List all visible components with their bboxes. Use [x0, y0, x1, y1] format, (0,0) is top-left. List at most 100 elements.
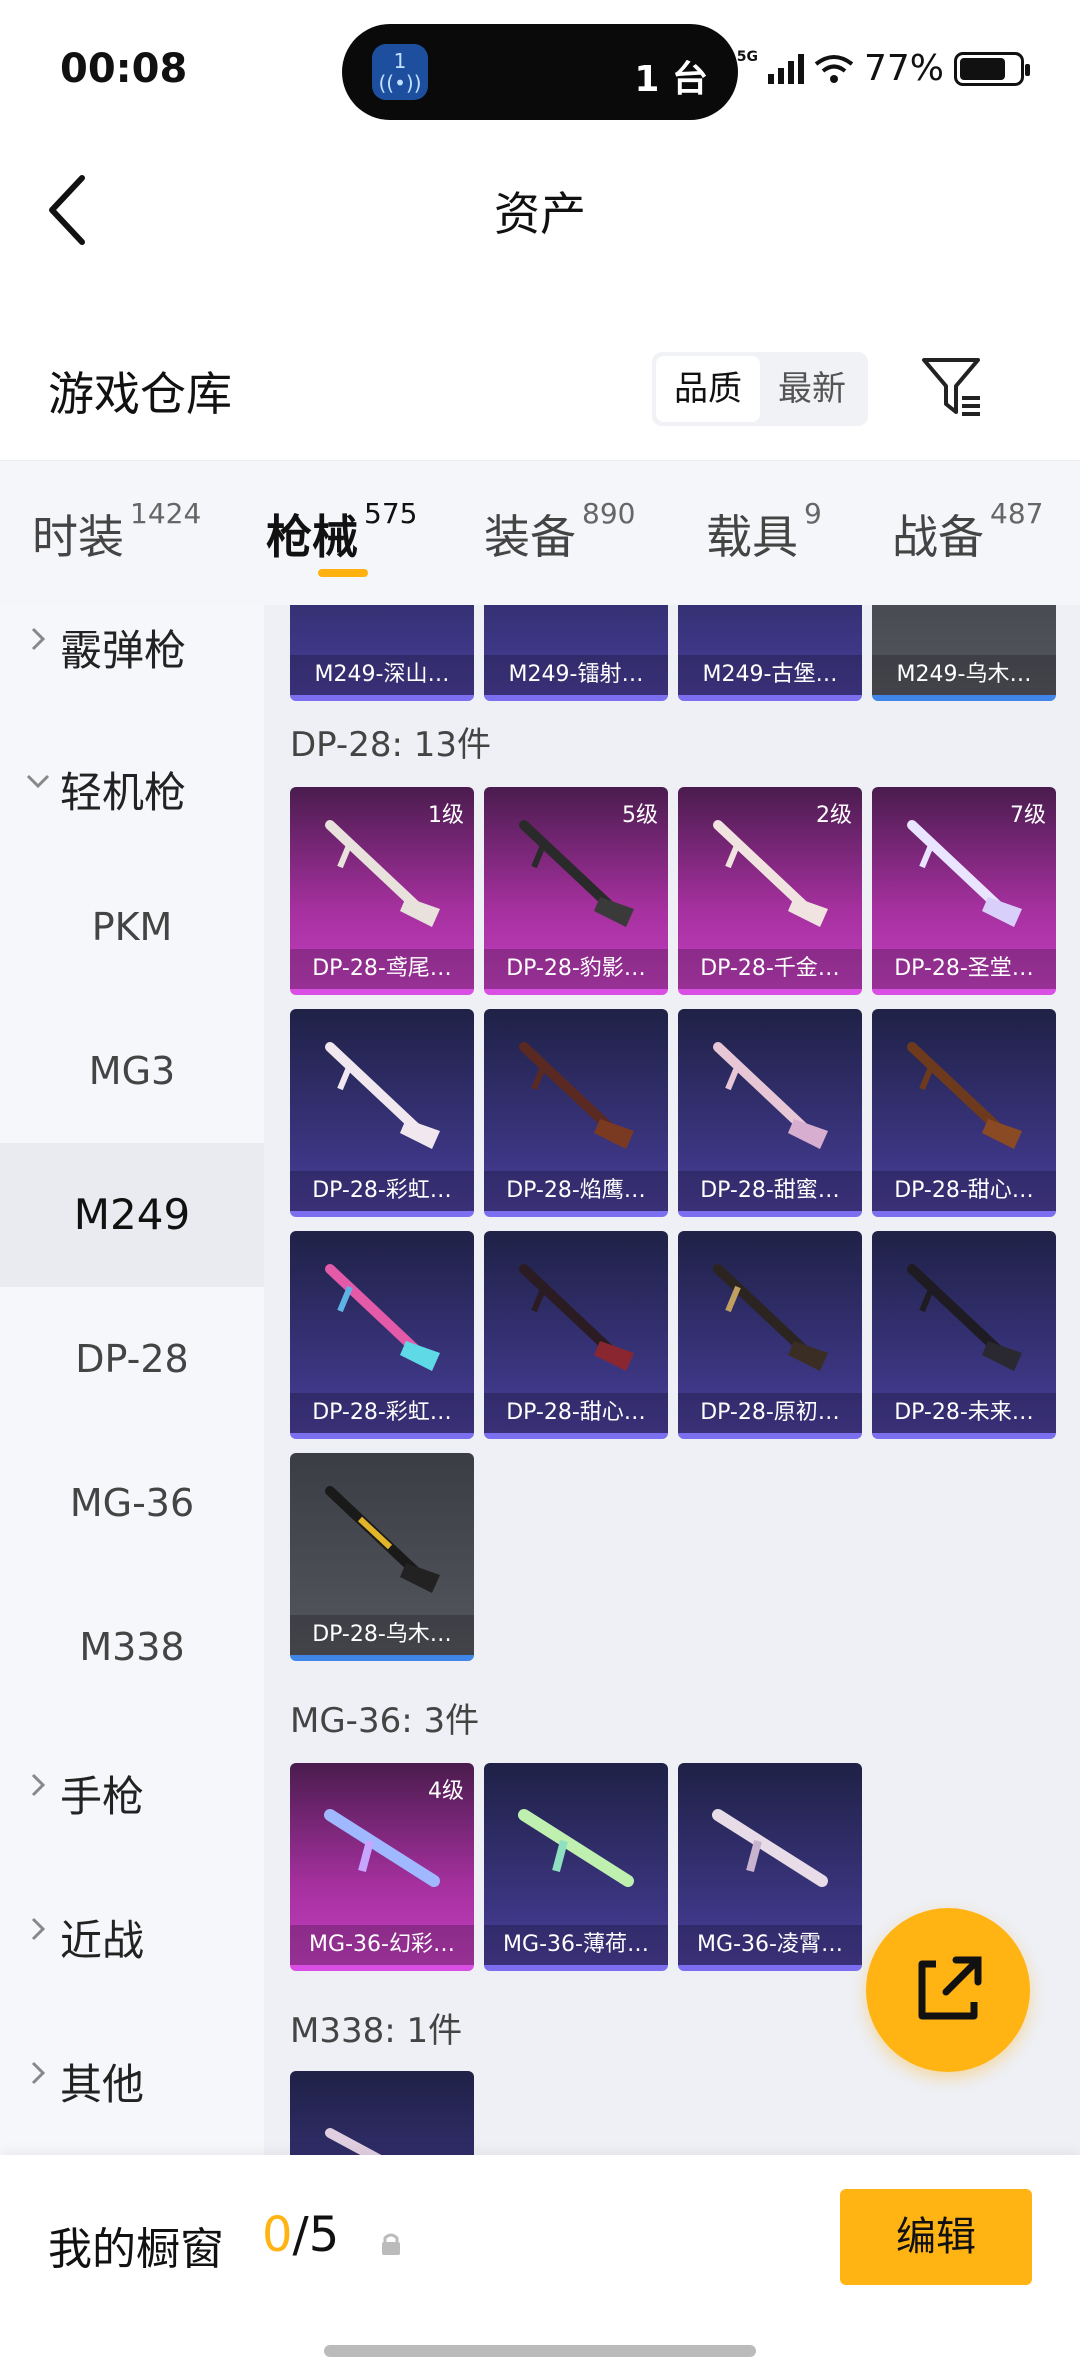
sidebar-item-other[interactable]: 其他	[0, 2007, 264, 2147]
sidebar-item-label: 近战	[60, 1916, 145, 1965]
active-tab-indicator	[318, 569, 368, 577]
chevron-right-icon	[31, 1917, 46, 1941]
weapon-name: DP-28-甜心…	[872, 1171, 1056, 1211]
battery-icon	[954, 51, 1030, 86]
edit-button[interactable]: 编辑	[840, 2189, 1032, 2285]
weapon-card[interactable]	[290, 2071, 474, 2155]
weapon-card[interactable]: DP-28-彩虹…	[290, 1231, 474, 1439]
weapon-card[interactable]: 4级 MG-36-幻彩…	[290, 1763, 474, 1971]
showcase-total: /5	[292, 2207, 340, 2263]
weapon-name: MG-36-凌霄…	[678, 1925, 862, 1965]
network-type: 5G	[736, 48, 758, 65]
weapon-name: DP-28-圣堂…	[872, 949, 1056, 989]
sidebar-item-shotgun[interactable]: 霰弹枪	[0, 605, 264, 713]
weapon-name: DP-28-原初…	[678, 1393, 862, 1433]
group-title-dp28: DP-28: 13件	[290, 725, 491, 765]
level-badge: 1级	[428, 803, 464, 828]
tab-guns[interactable]: 枪械 575	[266, 497, 417, 567]
level-badge: 4级	[428, 1779, 464, 1804]
home-indicator	[324, 2345, 756, 2357]
tab-equipment[interactable]: 装备 890	[484, 497, 635, 567]
filter-icon	[922, 358, 980, 416]
sidebar-sub-m249[interactable]: M249	[0, 1143, 264, 1287]
tab-count: 1424	[130, 497, 202, 530]
sidebar-item-label: 其他	[60, 2060, 145, 2109]
rifle-icon	[518, 1809, 634, 1887]
group-title-mg36: MG-36: 3件	[290, 1701, 480, 1741]
battery-percent: 77%	[863, 48, 944, 89]
rifle-icon	[325, 1042, 440, 1149]
weapon-card[interactable]: 2级 DP-28-千金…	[678, 787, 862, 995]
chevron-right-icon	[31, 1773, 46, 1797]
weapon-name: MG-36-薄荷…	[484, 1925, 668, 1965]
weapon-card[interactable]: M249-深山…	[290, 605, 474, 701]
showcase-count: 0/5	[262, 2207, 339, 2263]
sidebar-sub-dp28[interactable]: DP-28	[0, 1287, 264, 1431]
weapon-card[interactable]: DP-28-焰鹰…	[484, 1009, 668, 1217]
rifle-icon	[907, 1264, 1022, 1371]
weapon-card[interactable]: DP-28-乌木…	[290, 1453, 474, 1661]
rifle-icon	[325, 2128, 382, 2155]
hotspot-icon: 1 ((•))	[372, 44, 428, 100]
weapon-name: DP-28-甜蜜…	[678, 1171, 862, 1211]
tab-label: 时装	[32, 510, 124, 564]
weapon-card[interactable]: DP-28-甜心…	[872, 1009, 1056, 1217]
weapon-card[interactable]: DP-28-彩虹…	[290, 1009, 474, 1217]
level-badge: 5级	[622, 803, 658, 828]
tab-count: 890	[582, 497, 636, 530]
weapon-card[interactable]: 5级 DP-28-豹影…	[484, 787, 668, 995]
share-fab[interactable]	[866, 1908, 1030, 2072]
sidebar-item-label: 霰弹枪	[60, 626, 187, 675]
group-title-m338: M338: 1件	[290, 2011, 463, 2051]
weapon-card[interactable]: 1级 DP-28-鸢尾…	[290, 787, 474, 995]
weapon-card[interactable]: M249-镭射…	[484, 605, 668, 701]
app-header: 资产	[0, 140, 1080, 270]
weapon-card[interactable]: DP-28-甜心…	[484, 1231, 668, 1439]
sidebar-sub-m338[interactable]: M338	[0, 1575, 264, 1719]
sidebar-item-melee[interactable]: 近战	[0, 1863, 264, 2003]
weapon-card[interactable]: 7级 DP-28-圣堂…	[872, 787, 1056, 995]
warehouse-title: 游戏仓库	[48, 367, 232, 421]
weapon-card[interactable]: M249-古堡…	[678, 605, 862, 701]
sidebar-sub-mg36[interactable]: MG-36	[0, 1431, 264, 1575]
sort-quality[interactable]: 品质	[656, 356, 760, 422]
tab-vehicles[interactable]: 载具 9	[706, 497, 822, 567]
rifle-icon	[519, 1042, 634, 1149]
weapon-name: M249-镭射…	[484, 655, 668, 695]
weapon-card[interactable]: DP-28-原初…	[678, 1231, 862, 1439]
dynamic-island[interactable]: 1 ((•)) 1 台	[342, 24, 738, 120]
page-title: 资产	[494, 187, 586, 241]
wifi-icon	[814, 54, 854, 83]
tab-count: 575	[364, 497, 418, 530]
weapon-name: DP-28-乌木…	[290, 1615, 474, 1655]
tab-count: 9	[804, 497, 822, 530]
rifle-icon	[713, 1264, 828, 1371]
status-bar: 00:08 1 ((•)) 1 台 5G 77%	[0, 0, 1080, 140]
rifle-icon	[325, 1264, 440, 1371]
sort-newest[interactable]: 最新	[760, 356, 864, 422]
tab-fashion[interactable]: 时装 1424	[32, 497, 201, 567]
filter-button[interactable]	[918, 352, 988, 422]
weapon-card[interactable]: MG-36-凌霄…	[678, 1763, 862, 1971]
sidebar-sub-pkm[interactable]: PKM	[0, 855, 264, 999]
weapon-card[interactable]: DP-28-未来…	[872, 1231, 1056, 1439]
weapon-card[interactable]: DP-28-甜蜜…	[678, 1009, 862, 1217]
weapon-name: DP-28-千金…	[678, 949, 862, 989]
weapon-card[interactable]: M249-乌木…	[872, 605, 1056, 701]
lock-icon	[382, 2233, 400, 2255]
status-time: 00:08	[60, 46, 188, 92]
sidebar-item-lmg[interactable]: 轻机枪	[0, 715, 264, 855]
tab-supplies[interactable]: 战备 487	[892, 497, 1043, 567]
sidebar-item-pistol[interactable]: 手枪	[0, 1719, 264, 1859]
chevron-right-icon	[31, 2061, 46, 2085]
rifle-icon	[713, 1042, 828, 1149]
weapon-name: MG-36-幻彩…	[290, 1925, 474, 1965]
weapon-name: DP-28-彩虹…	[290, 1393, 474, 1433]
tab-label: 战备	[892, 510, 984, 564]
status-icons: 5G 77%	[736, 48, 1030, 89]
rifle-icon	[519, 1264, 634, 1371]
weapon-name: M249-古堡…	[678, 655, 862, 695]
weapon-card[interactable]: MG-36-薄荷…	[484, 1763, 668, 1971]
sidebar-sub-mg3[interactable]: MG3	[0, 999, 264, 1143]
rifle-icon	[907, 1042, 1022, 1149]
